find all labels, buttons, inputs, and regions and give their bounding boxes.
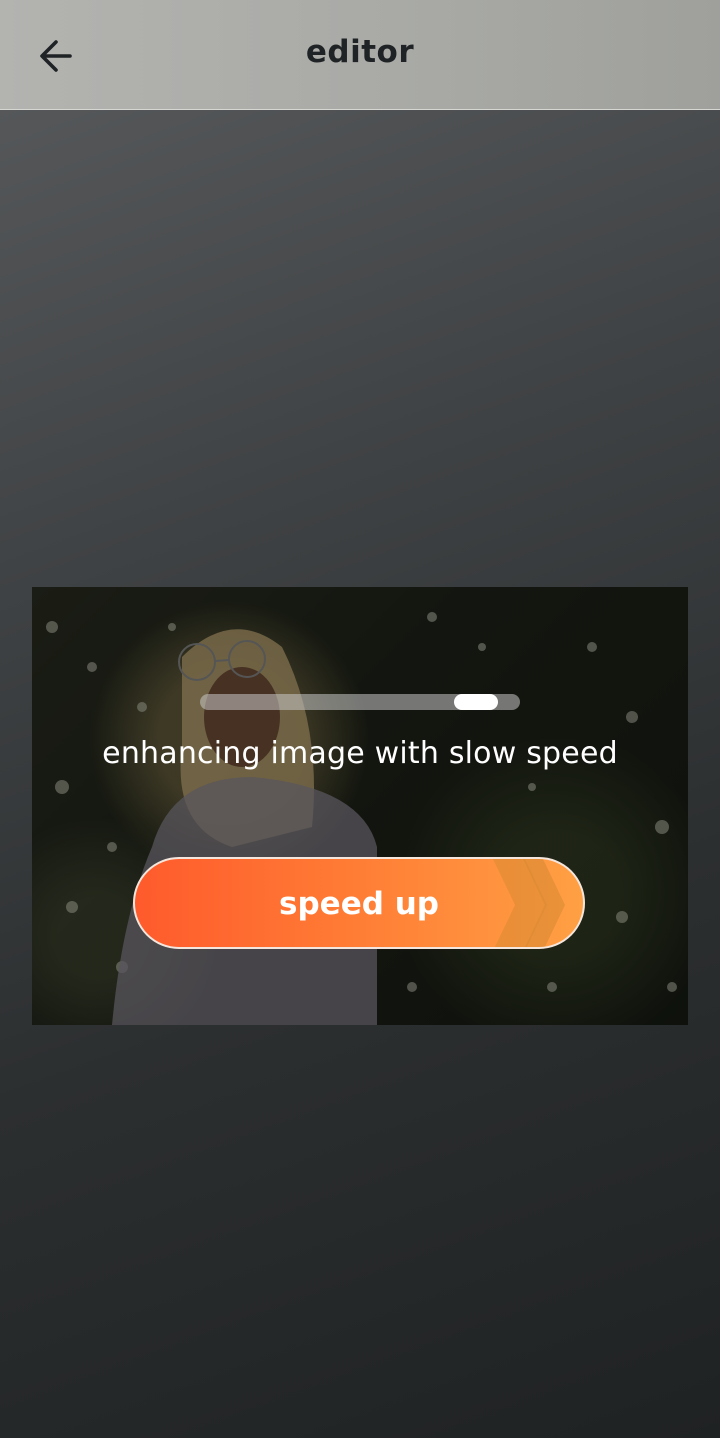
progress-indicator [454,694,498,710]
speed-up-button[interactable]: speed up [133,857,585,949]
status-text: enhancing image with slow speed [102,736,618,771]
top-app-bar: editor [0,0,720,110]
loading-overlay [32,587,688,1025]
progress-bar [200,694,520,710]
page-title: editor [305,34,415,70]
image-preview: enhancing image with slow speed speed up [32,587,688,1025]
speed-up-label: speed up [279,886,439,922]
